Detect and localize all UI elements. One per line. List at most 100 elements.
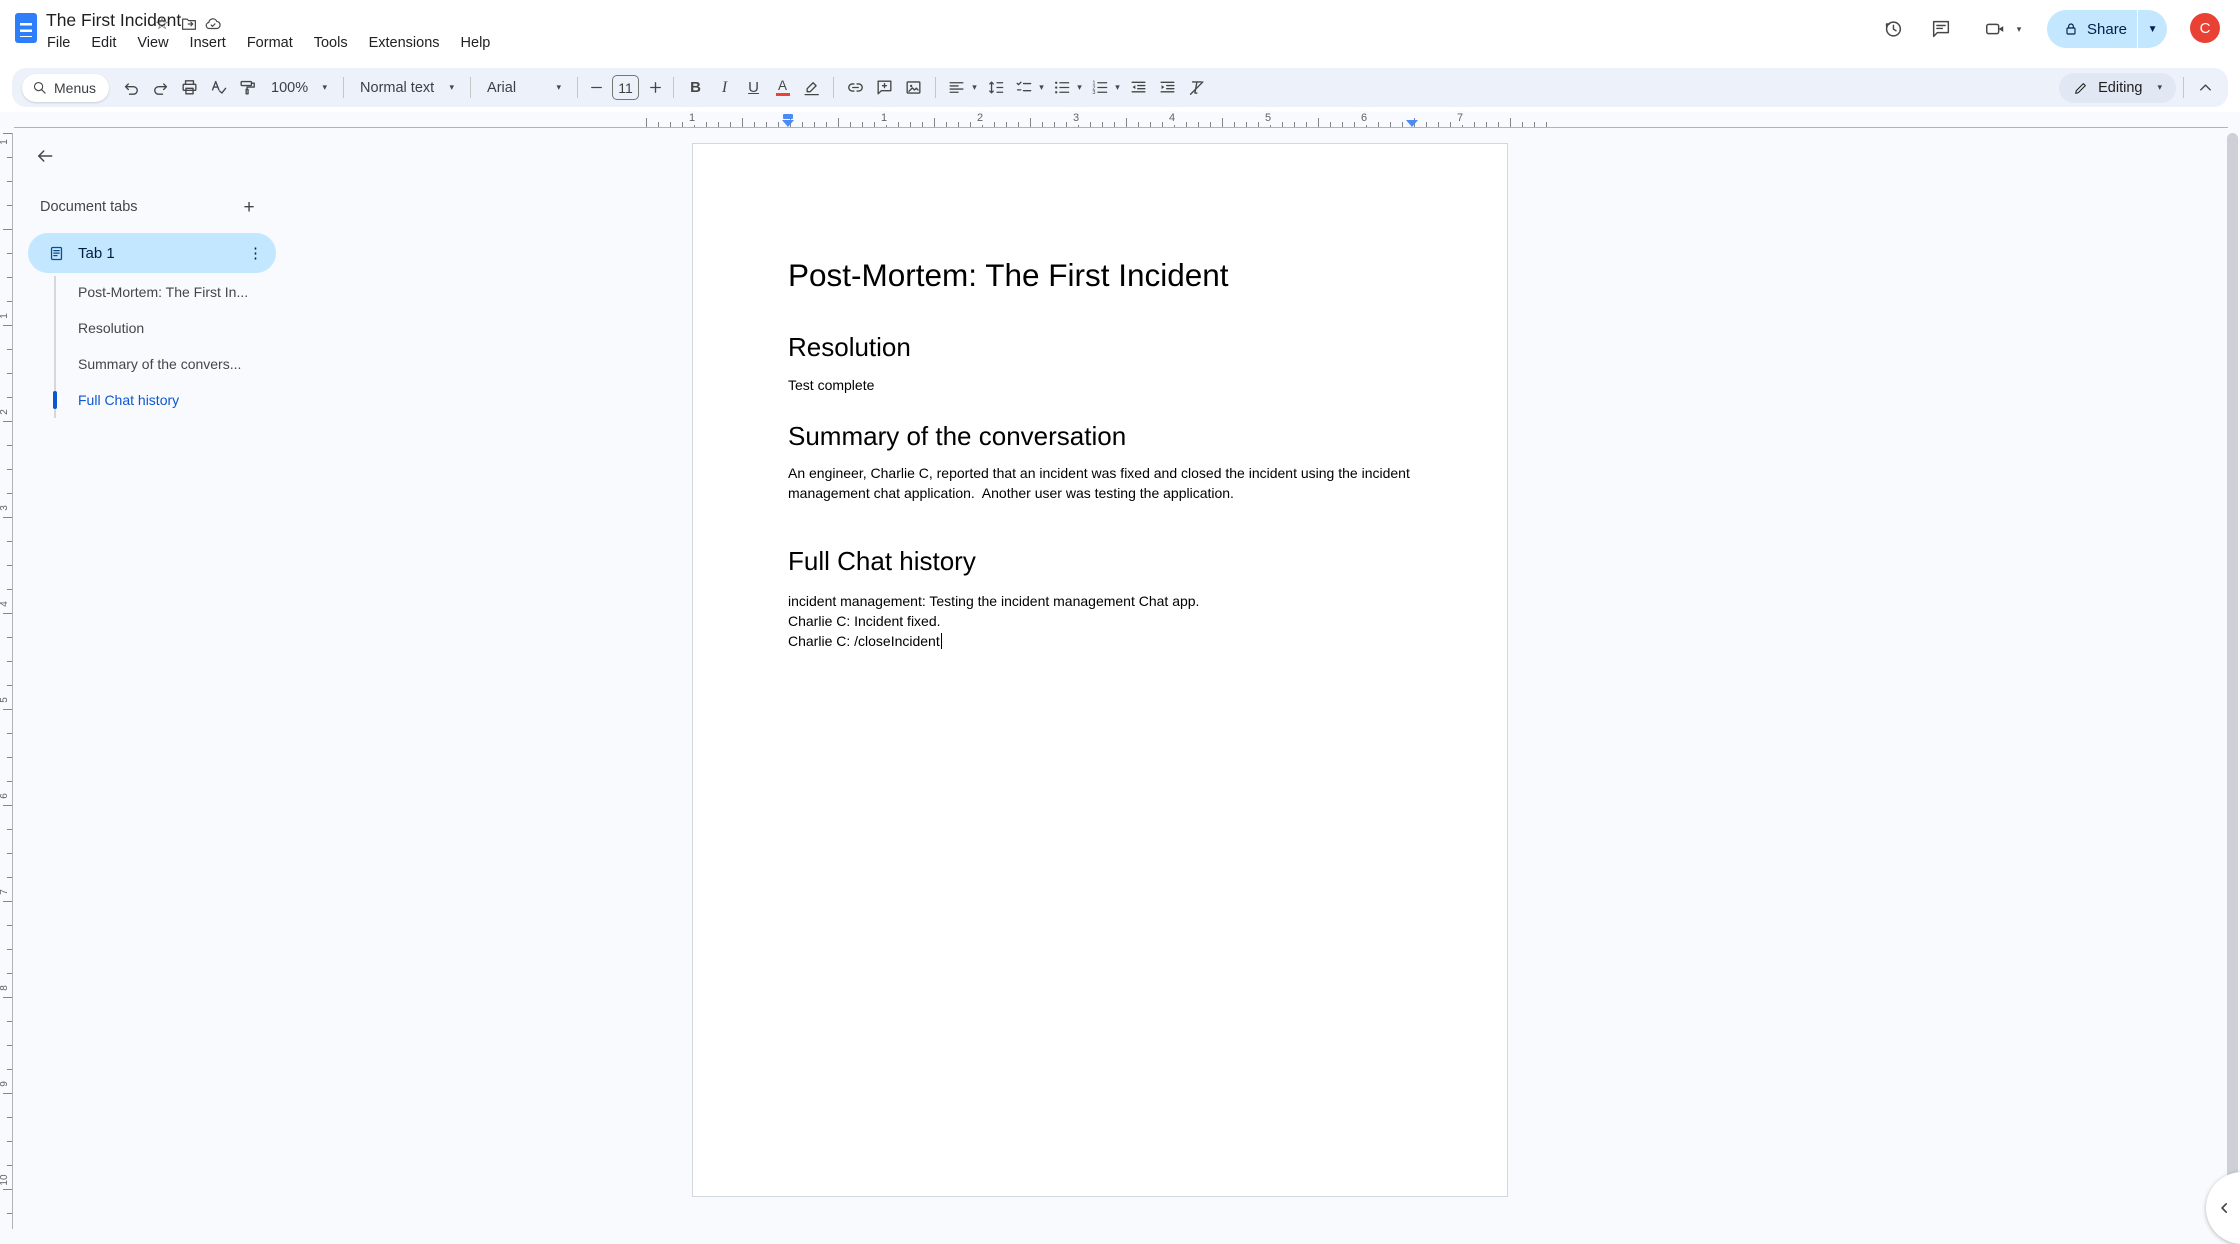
tab-options-icon[interactable]: ⋮ [248,244,263,262]
paragraph-style-caret-icon: ▾ [450,82,455,93]
ruler-number: 4 [1166,111,1178,125]
share-dropdown-caret-icon[interactable]: ▼ [2138,24,2167,35]
menu-extensions[interactable]: Extensions [366,35,443,51]
numbered-list-button[interactable]: 123 ▾ [1086,73,1124,103]
ruler-number: 9 [0,1077,11,1091]
toolbar-divider [343,77,344,98]
menu-help[interactable]: Help [458,35,494,51]
font-family-value: Arial [487,80,516,96]
outline-item-resolution[interactable]: Resolution [78,320,268,336]
italic-button[interactable]: I [710,73,739,103]
menu-tools[interactable]: Tools [311,35,351,51]
version-history-icon[interactable] [1880,16,1906,42]
highlight-color-button[interactable] [797,73,826,103]
right-indent-marker[interactable] [1405,120,1419,127]
spelling-check-button[interactable] [204,73,233,103]
add-comment-button[interactable] [870,73,899,103]
back-arrow-icon [35,146,55,166]
ruler-number: 6 [0,789,11,803]
ruler-number: 1 [0,135,11,149]
outline-item-summary[interactable]: Summary of the convers... [78,356,268,372]
first-line-indent-marker[interactable] [783,114,793,119]
toolbar-divider [673,77,674,98]
outline-item-full-chat-history[interactable]: Full Chat history [78,392,268,408]
hide-menus-button[interactable] [2191,73,2220,103]
move-folder-icon[interactable] [179,14,199,34]
doc-paragraph[interactable]: An engineer, Charlie C, reported that an… [788,463,1412,503]
font-size-input[interactable]: 11 [612,75,639,100]
ruler-number: 8 [0,981,11,995]
doc-paragraph[interactable]: Test complete [788,375,1412,395]
outline-item-post-mortem[interactable]: Post-Mortem: The First In... [78,284,268,300]
checklist-button[interactable]: ▾ [1010,73,1048,103]
zoom-caret-icon: ▾ [323,82,328,93]
insert-image-button[interactable] [899,73,928,103]
font-family-select[interactable]: Arial ▾ [478,80,570,96]
show-side-panel-button[interactable] [2206,1172,2240,1244]
print-button[interactable] [175,73,204,103]
increase-indent-button[interactable] [1153,73,1182,103]
add-tab-button[interactable]: + [236,195,262,221]
decrease-indent-button[interactable] [1124,73,1153,103]
tab-document-icon [48,245,65,262]
doc-heading-chat[interactable]: Full Chat history [788,546,1412,577]
doc-heading-title[interactable]: Post-Mortem: The First Incident [788,256,1412,294]
doc-chat-line[interactable]: Charlie C: Incident fixed. [788,611,1412,631]
numbered-list-caret-icon: ▾ [1115,82,1120,93]
ruler-number: 10 [0,1173,11,1187]
avatar[interactable]: C [2190,13,2220,43]
menu-file[interactable]: File [44,35,73,51]
redo-button[interactable] [146,73,175,103]
zoom-select[interactable]: 100% ▾ [262,80,336,96]
text-color-letter: A [778,79,787,92]
share-button[interactable]: Share ▼ [2047,10,2167,48]
vertical-scrollbar[interactable] [2227,133,2238,1187]
chevron-left-icon [2215,1198,2235,1218]
tab-label: Tab 1 [78,245,248,262]
document-editor[interactable]: Post-Mortem: The First Incident Resoluti… [693,144,1507,651]
share-main-segment[interactable]: Share [2047,10,2138,48]
doc-heading-resolution[interactable]: Resolution [788,332,1412,363]
menu-format[interactable]: Format [244,35,296,51]
mode-select[interactable]: Editing ▾ [2059,73,2176,103]
close-tabs-panel-button[interactable] [31,142,59,170]
bulleted-list-button[interactable]: ▾ [1048,73,1086,103]
left-indent-marker[interactable] [781,114,795,127]
paint-format-button[interactable] [233,73,262,103]
ruler-number: 5 [0,693,11,707]
doc-chat-line[interactable]: incident management: Testing the inciden… [788,591,1412,611]
decrease-font-size-button[interactable] [585,73,607,103]
cloud-status-icon[interactable] [203,14,223,34]
clear-formatting-button[interactable] [1182,73,1211,103]
menu-view[interactable]: View [134,35,171,51]
paragraph-style-select[interactable]: Normal text ▾ [351,80,463,96]
insert-link-button[interactable] [841,73,870,103]
svg-text:3: 3 [1093,90,1096,96]
line-spacing-button[interactable] [981,73,1010,103]
menu-insert[interactable]: Insert [187,35,229,51]
doc-empty-line[interactable] [788,503,1412,523]
star-icon[interactable]: ☆ [152,14,172,34]
lock-icon [2063,21,2079,37]
outline-active-indicator [53,391,57,409]
search-menus-button[interactable]: Menus [22,74,109,102]
align-button[interactable]: ▾ [943,73,981,103]
ruler-number: 2 [0,405,11,419]
underline-button[interactable]: U [739,73,768,103]
toolbar: Menus 100% ▾ Normal text ▾ Arial ▾ 11 B … [12,68,2228,107]
meet-video-icon[interactable] [1982,16,2008,42]
pencil-icon [2073,80,2089,96]
text-color-button[interactable]: A [768,73,797,103]
tab-1-item[interactable]: Tab 1 ⋮ [28,233,276,273]
undo-button[interactable] [117,73,146,103]
doc-chat-line[interactable]: Charlie C: /closeIncident [788,631,1412,651]
google-docs-logo-icon[interactable] [15,13,37,43]
comments-icon[interactable] [1928,16,1954,42]
text-color-swatch [776,93,790,97]
increase-font-size-button[interactable] [644,73,666,103]
bold-button[interactable]: B [681,73,710,103]
meet-dropdown-caret-icon[interactable]: ▾ [2012,16,2026,42]
doc-heading-summary[interactable]: Summary of the conversation [788,421,1412,452]
menu-edit[interactable]: Edit [88,35,119,51]
document-page[interactable]: Post-Mortem: The First Incident Resoluti… [692,143,1508,1197]
